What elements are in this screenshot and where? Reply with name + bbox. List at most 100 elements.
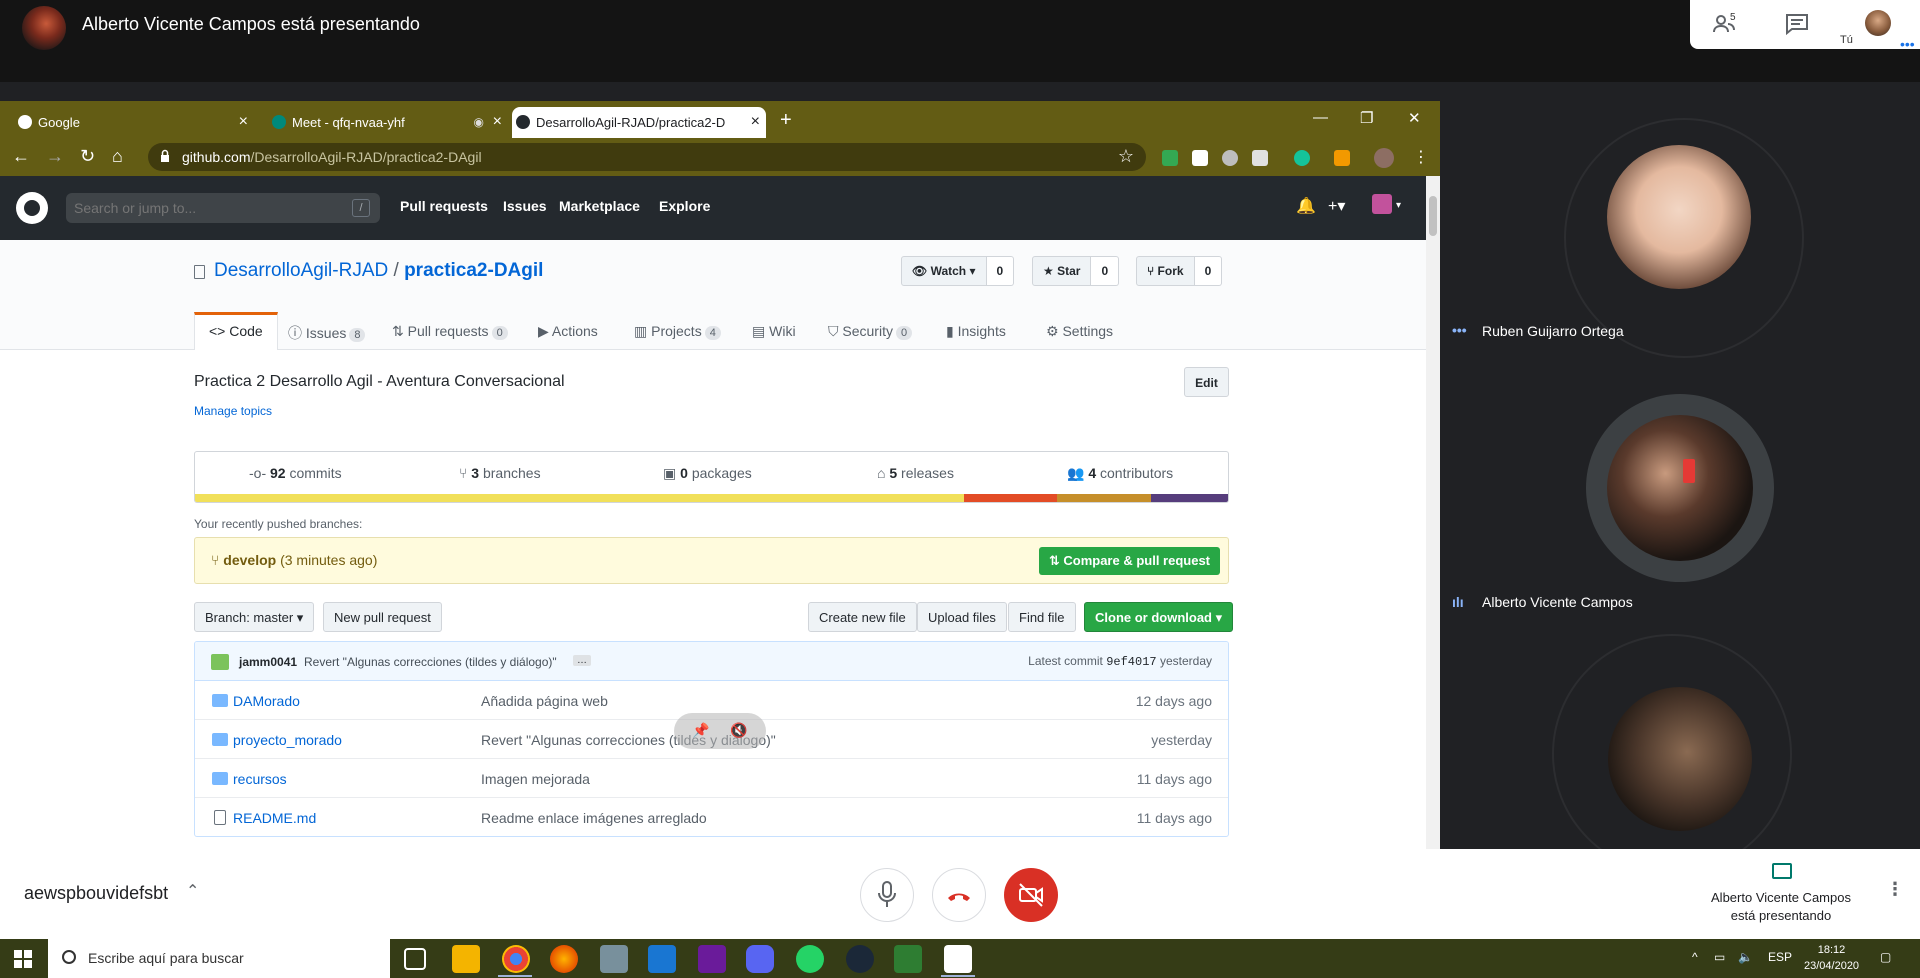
more-options-icon[interactable]: ⋮ bbox=[1886, 879, 1904, 900]
new-tab-icon[interactable]: + bbox=[780, 109, 792, 132]
close-icon[interactable]: × bbox=[493, 113, 502, 131]
camera-off-button[interactable] bbox=[1004, 868, 1058, 922]
extension-drive-icon[interactable] bbox=[1222, 150, 1238, 166]
file-name[interactable]: recursos bbox=[233, 771, 287, 787]
packages-link[interactable]: ▣ 0 packages bbox=[663, 465, 752, 482]
page-scrollbar[interactable] bbox=[1426, 176, 1440, 849]
file-name[interactable]: README.md bbox=[233, 810, 316, 826]
language-bar[interactable] bbox=[195, 494, 1228, 502]
branches-link[interactable]: ⑂ 3 branches bbox=[459, 465, 541, 481]
extension-shield-icon[interactable] bbox=[1162, 150, 1178, 166]
minimize-icon[interactable]: — bbox=[1313, 109, 1328, 126]
nav-issues[interactable]: Issues bbox=[503, 198, 547, 214]
volume-icon[interactable]: 🔈 bbox=[1738, 950, 1753, 964]
file-commit-message[interactable]: Readme enlace imágenes arreglado bbox=[481, 810, 707, 826]
notifications-icon[interactable]: ▢ bbox=[1880, 950, 1891, 964]
nav-marketplace[interactable]: Marketplace bbox=[559, 198, 640, 214]
participant-avatar[interactable] bbox=[1607, 145, 1751, 289]
tab-google[interactable]: Google × bbox=[14, 107, 254, 138]
presenting-status[interactable]: Alberto Vicente Campos está presentando bbox=[1690, 889, 1872, 925]
windows-start-icon[interactable] bbox=[14, 950, 32, 968]
steam-icon[interactable] bbox=[846, 945, 874, 973]
commit-author[interactable]: jamm0041 bbox=[239, 655, 297, 669]
user-avatar-icon[interactable] bbox=[1372, 194, 1392, 214]
fork-count[interactable]: 0 bbox=[1194, 256, 1223, 286]
extension-off-icon[interactable] bbox=[1334, 150, 1350, 166]
pushed-branch-name[interactable]: develop bbox=[223, 552, 276, 568]
file-explorer-icon[interactable] bbox=[452, 945, 480, 973]
microphone-button[interactable] bbox=[860, 868, 914, 922]
tab-wiki[interactable]: ▤ Wiki bbox=[752, 312, 796, 350]
file-name[interactable]: DAMorado bbox=[233, 693, 300, 709]
window-close-icon[interactable]: ✕ bbox=[1408, 109, 1421, 127]
close-icon[interactable]: × bbox=[239, 113, 248, 131]
task-view-icon[interactable] bbox=[404, 948, 426, 970]
browser-menu-icon[interactable]: ⋮ bbox=[1413, 147, 1429, 167]
close-icon[interactable]: × bbox=[751, 113, 760, 131]
tab-insights[interactable]: ▮ Insights bbox=[946, 312, 1006, 350]
commit-message[interactable]: Revert "Algunas correcciones (tildes y d… bbox=[304, 655, 557, 669]
tab-code[interactable]: <> Code bbox=[194, 312, 278, 350]
extension-cube-icon[interactable] bbox=[1252, 150, 1268, 166]
find-file-button[interactable]: Find file bbox=[1008, 602, 1076, 632]
firefox-icon[interactable] bbox=[550, 945, 578, 973]
language-indicator[interactable]: ESP bbox=[1768, 950, 1792, 964]
network-app-icon[interactable] bbox=[600, 945, 628, 973]
meeting-code[interactable]: aewspbouvidefsbt bbox=[24, 883, 168, 904]
tray-expand-icon[interactable]: ^ bbox=[1692, 950, 1698, 964]
hang-up-button[interactable] bbox=[932, 868, 986, 922]
repo-name-link[interactable]: practica2-DAgil bbox=[404, 260, 543, 281]
branch-select[interactable]: Branch: master ▾ bbox=[194, 602, 315, 632]
whatsapp-icon[interactable] bbox=[796, 945, 824, 973]
notifications-bell-icon[interactable]: 🔔 bbox=[1296, 196, 1316, 216]
tab-actions[interactable]: ▶ Actions bbox=[538, 312, 598, 350]
bookmark-star-icon[interactable]: ☆ bbox=[1118, 146, 1134, 167]
address-bar[interactable]: github.com/DesarrolloAgil-RJAD/practica2… bbox=[148, 143, 1146, 171]
scrollbar-thumb[interactable] bbox=[1429, 196, 1437, 236]
presentation-overlay-controls[interactable]: 📌 🔇 bbox=[674, 713, 766, 749]
mute-icon[interactable]: 🔇 bbox=[730, 722, 747, 739]
github-logo-icon[interactable] bbox=[16, 192, 48, 224]
tab-settings[interactable]: ⚙ Settings bbox=[1046, 312, 1113, 350]
file-name[interactable]: proyecto_morado bbox=[233, 732, 342, 748]
create-new-icon[interactable]: +▾ bbox=[1328, 196, 1345, 216]
present-screen-icon[interactable] bbox=[1772, 863, 1792, 879]
releases-link[interactable]: ⌂ 5 releases bbox=[877, 465, 954, 481]
clone-download-button[interactable]: Clone or download ▾ bbox=[1084, 602, 1234, 632]
extension-grammarly-icon[interactable] bbox=[1294, 150, 1310, 166]
repo-owner-link[interactable]: DesarrolloAgil-RJAD bbox=[214, 260, 388, 281]
author-avatar[interactable] bbox=[211, 654, 229, 670]
chrome-icon[interactable] bbox=[502, 945, 530, 973]
github-search-input[interactable] bbox=[66, 193, 380, 223]
participant-avatar[interactable] bbox=[1608, 687, 1752, 831]
tab-issues[interactable]: ⓘ Issues 8 bbox=[288, 312, 366, 350]
commit-sha[interactable]: 9ef4017 bbox=[1106, 655, 1156, 669]
compare-pull-request-button[interactable]: ⇅ Compare & pull request bbox=[1038, 547, 1220, 575]
commits-link[interactable]: -o- 92 commits bbox=[249, 465, 342, 481]
chat-icon[interactable] bbox=[1784, 12, 1810, 36]
tab-security[interactable]: ⛉ Security 0 bbox=[828, 312, 913, 350]
tab-github[interactable]: DesarrolloAgil-RJAD/practica2-D × bbox=[512, 107, 766, 138]
discord-icon[interactable] bbox=[746, 945, 774, 973]
create-new-file-button[interactable]: Create new file bbox=[808, 602, 917, 632]
file-commit-message[interactable]: Añadida página web bbox=[481, 693, 608, 709]
reload-icon[interactable]: ↻ bbox=[80, 146, 95, 167]
back-icon[interactable]: ← bbox=[12, 146, 30, 167]
pin-icon[interactable]: 📌 bbox=[692, 722, 709, 739]
nav-explore[interactable]: Explore bbox=[659, 198, 710, 214]
profile-avatar-icon[interactable] bbox=[1374, 148, 1394, 168]
mail-icon[interactable] bbox=[648, 945, 676, 973]
home-icon[interactable]: ⌂ bbox=[112, 146, 123, 167]
taskbar-clock[interactable]: 18:12 23/04/2020 bbox=[1804, 942, 1859, 974]
visual-studio-icon[interactable] bbox=[698, 945, 726, 973]
nav-pull-requests[interactable]: Pull requests bbox=[400, 198, 488, 214]
file-commit-message[interactable]: Imagen mejorada bbox=[481, 771, 590, 787]
tab-projects[interactable]: ▥ Projects 4 bbox=[634, 312, 721, 350]
extension-chart-icon[interactable] bbox=[1192, 150, 1208, 166]
tab-pull-requests[interactable]: ⇅ Pull requests 0 bbox=[392, 312, 508, 350]
tab-meet[interactable]: Meet - qfq-nvaa-yhf ◉ × bbox=[268, 107, 508, 138]
network-icon[interactable]: ▭ bbox=[1714, 950, 1725, 964]
contributors-link[interactable]: 👥 4 contributors bbox=[1067, 465, 1173, 482]
participant-avatar[interactable] bbox=[1607, 415, 1753, 561]
new-pull-request-button[interactable]: New pull request bbox=[323, 602, 442, 632]
